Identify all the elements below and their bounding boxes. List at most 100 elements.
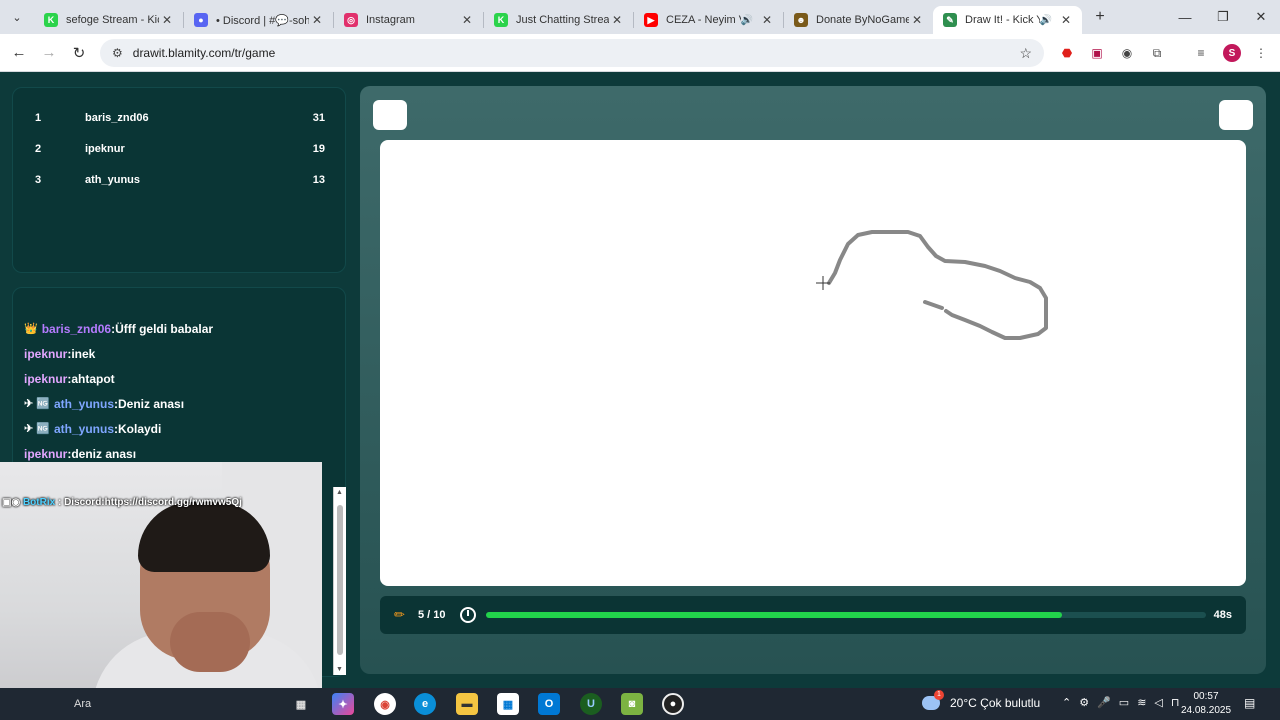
tray-chevron-icon[interactable]: ⌃ bbox=[1062, 696, 1071, 709]
clock-time: 00:57 bbox=[1193, 691, 1219, 702]
chat-username[interactable]: ipeknur bbox=[24, 372, 67, 386]
forward-icon[interactable]: → bbox=[34, 38, 64, 68]
outlook-icon[interactable]: O bbox=[538, 693, 560, 715]
chat-username[interactable]: ath_yunus bbox=[54, 397, 114, 411]
tab-close-icon[interactable]: ✕ bbox=[159, 13, 175, 27]
time-left: 48s bbox=[1213, 609, 1232, 621]
drawing-svg bbox=[816, 230, 1048, 340]
file-explorer-icon[interactable]: ▬ bbox=[456, 693, 478, 715]
bynogame-icon: ☻ bbox=[794, 13, 808, 27]
android-app-icon[interactable]: ◙ bbox=[621, 693, 643, 715]
tab-3[interactable]: K Just Chatting Stream ✕ bbox=[484, 6, 633, 34]
chat-text: Deniz anası bbox=[118, 396, 185, 411]
chat-message: ipeknur: inek bbox=[13, 341, 345, 366]
leaderboard-name: ath_yunus bbox=[85, 173, 141, 186]
time-progress-fill bbox=[485, 612, 1062, 618]
edge-icon[interactable]: e bbox=[414, 693, 436, 715]
kick-icon: K bbox=[44, 13, 58, 27]
keyboard-icon[interactable]: ⊓ bbox=[1171, 696, 1180, 709]
leaderboard-row: 1 baris_znd06 31 bbox=[13, 102, 345, 133]
media-extension-icon[interactable]: ▣ bbox=[1088, 44, 1106, 62]
chrome-icon[interactable]: ◉ bbox=[374, 693, 396, 715]
tab-close-icon[interactable]: ✕ bbox=[909, 13, 925, 27]
scroll-down-icon[interactable]: ▼ bbox=[336, 666, 343, 673]
chat-username[interactable]: baris_znd06 bbox=[42, 322, 111, 336]
tab-close-icon[interactable]: ✕ bbox=[459, 13, 475, 27]
leaderboard-score: 31 bbox=[312, 111, 325, 124]
new-tab-button[interactable]: + bbox=[1086, 8, 1114, 26]
tab-0[interactable]: Ksefoge Stream - Kick ✕ bbox=[34, 6, 183, 34]
chat-scrollbar[interactable]: ▲ ▼ bbox=[333, 487, 346, 675]
tab-5[interactable]: ☻ Donate ByNoGame ✕ bbox=[784, 6, 933, 34]
leaderboard-row: 3 ath_yunus 13 bbox=[13, 164, 345, 195]
maximize-button[interactable]: ❐ bbox=[1204, 0, 1242, 34]
tab-6[interactable]: ✎ Draw It! - Kick Ya🔊 ✕ bbox=[933, 6, 1082, 34]
menu-dots-icon[interactable]: ⋮ bbox=[1252, 44, 1270, 62]
notifications-icon[interactable]: ▤ bbox=[1244, 696, 1255, 710]
task-view-icon[interactable]: ▦ bbox=[290, 693, 312, 715]
chat-text: Kolaydi bbox=[118, 421, 162, 436]
back-icon[interactable]: ← bbox=[4, 38, 34, 68]
microphone-icon[interactable]: 🎤 bbox=[1097, 696, 1111, 709]
scroll-thumb[interactable] bbox=[337, 505, 343, 655]
bookmark-star-icon[interactable]: ☆ bbox=[1019, 45, 1032, 62]
chat-message: 👑 baris_znd06: Üfff geldi babalar bbox=[13, 316, 345, 341]
media-control-icon[interactable]: ≡ bbox=[1192, 44, 1210, 62]
minimize-button[interactable]: — bbox=[1166, 0, 1204, 34]
chat-username[interactable]: ipeknur bbox=[24, 447, 67, 461]
pencil-icon: ✏ bbox=[394, 607, 405, 622]
window-controls: — ❐ ✕ bbox=[1166, 0, 1280, 34]
volume-icon[interactable]: ◁ bbox=[1154, 696, 1162, 709]
leaderboard: 1 baris_znd06 31 2 ipeknur 19 3 ath_yunus 13 bbox=[12, 87, 346, 273]
chat-text: ahtapot bbox=[71, 371, 115, 386]
obs-icon[interactable]: ● bbox=[662, 693, 684, 715]
tab-4[interactable]: ▶ CEZA - Neyim Va🔊 ✕ bbox=[634, 6, 783, 34]
discord-icon: ● bbox=[194, 13, 208, 27]
tab-search-icon[interactable]: ⌄ bbox=[0, 0, 34, 34]
tab-1[interactable]: ● • Discord | #💬-sohb ✕ bbox=[184, 6, 333, 34]
site-info-icon[interactable]: ⚙ bbox=[112, 46, 123, 60]
drawing-stroke bbox=[923, 300, 944, 310]
tray-app-icon[interactable]: ⚙ bbox=[1079, 696, 1089, 709]
url-text: drawit.blamity.com/tr/game bbox=[132, 46, 276, 60]
tab-strip: Ksefoge Stream - Kick ✕ ● • Discord | #💬-so… bbox=[34, 0, 1082, 34]
utorrent-icon[interactable]: U bbox=[580, 693, 602, 715]
extension-icon[interactable]: ◉ bbox=[1118, 44, 1136, 62]
store-icon[interactable]: ▦ bbox=[497, 693, 519, 715]
wifi-icon[interactable]: ≋ bbox=[1137, 696, 1146, 709]
profile-avatar[interactable]: S bbox=[1223, 44, 1241, 62]
copilot-icon[interactable]: ✦ bbox=[332, 693, 354, 715]
taskbar-clock[interactable]: 00:57 24.08.2025 bbox=[1180, 690, 1232, 718]
taskbar-search[interactable]: Ara bbox=[74, 698, 91, 710]
extensions-puzzle-icon[interactable]: ⧉ bbox=[1148, 44, 1166, 62]
weather-widget[interactable]: 1 20°C Çok bulutlu bbox=[922, 690, 1041, 710]
tab-audio-icon[interactable]: 🔊 bbox=[741, 15, 753, 26]
user-badge-icon: ✈ 🆖 bbox=[24, 398, 50, 410]
leaderboard-score: 19 bbox=[312, 142, 325, 155]
reload-icon[interactable]: ↻ bbox=[64, 38, 94, 68]
tab-2[interactable]: ◎ Instagram ✕ bbox=[334, 6, 483, 34]
tab-title: Donate ByNoGame bbox=[816, 14, 909, 26]
tab-close-icon[interactable]: ✕ bbox=[1058, 13, 1074, 27]
tab-close-icon[interactable]: ✕ bbox=[309, 13, 325, 27]
weather-text: 20°C Çok bulutlu bbox=[950, 696, 1041, 710]
leaderboard-rank: 3 bbox=[35, 173, 42, 186]
game-right-button[interactable] bbox=[1219, 100, 1253, 130]
time-progress-track bbox=[485, 612, 1206, 618]
scroll-up-icon[interactable]: ▲ bbox=[336, 489, 343, 496]
battery-icon[interactable]: ▭ bbox=[1119, 696, 1129, 709]
bot-text: Discord:https://discord.gg/rwmvw5Qj bbox=[64, 497, 242, 508]
tab-close-icon[interactable]: ✕ bbox=[609, 13, 625, 27]
crosshair-cursor-icon bbox=[816, 276, 830, 290]
game-left-button[interactable] bbox=[373, 100, 407, 130]
bot-badge-icon: ▣◉ bbox=[2, 497, 23, 508]
game-area: ✏ 5 / 10 48s bbox=[360, 86, 1266, 674]
url-field[interactable]: ⚙ drawit.blamity.com/tr/game ☆ bbox=[100, 39, 1044, 67]
drawing-canvas[interactable] bbox=[380, 140, 1246, 586]
chat-username[interactable]: ath_yunus bbox=[54, 422, 114, 436]
tab-close-icon[interactable]: ✕ bbox=[759, 13, 775, 27]
chat-username[interactable]: ipeknur bbox=[24, 347, 67, 361]
tab-audio-icon[interactable]: 🔊 bbox=[1040, 15, 1052, 26]
close-window-button[interactable]: ✕ bbox=[1242, 0, 1280, 34]
adblock-extension-icon[interactable]: ⬣ bbox=[1058, 44, 1076, 62]
